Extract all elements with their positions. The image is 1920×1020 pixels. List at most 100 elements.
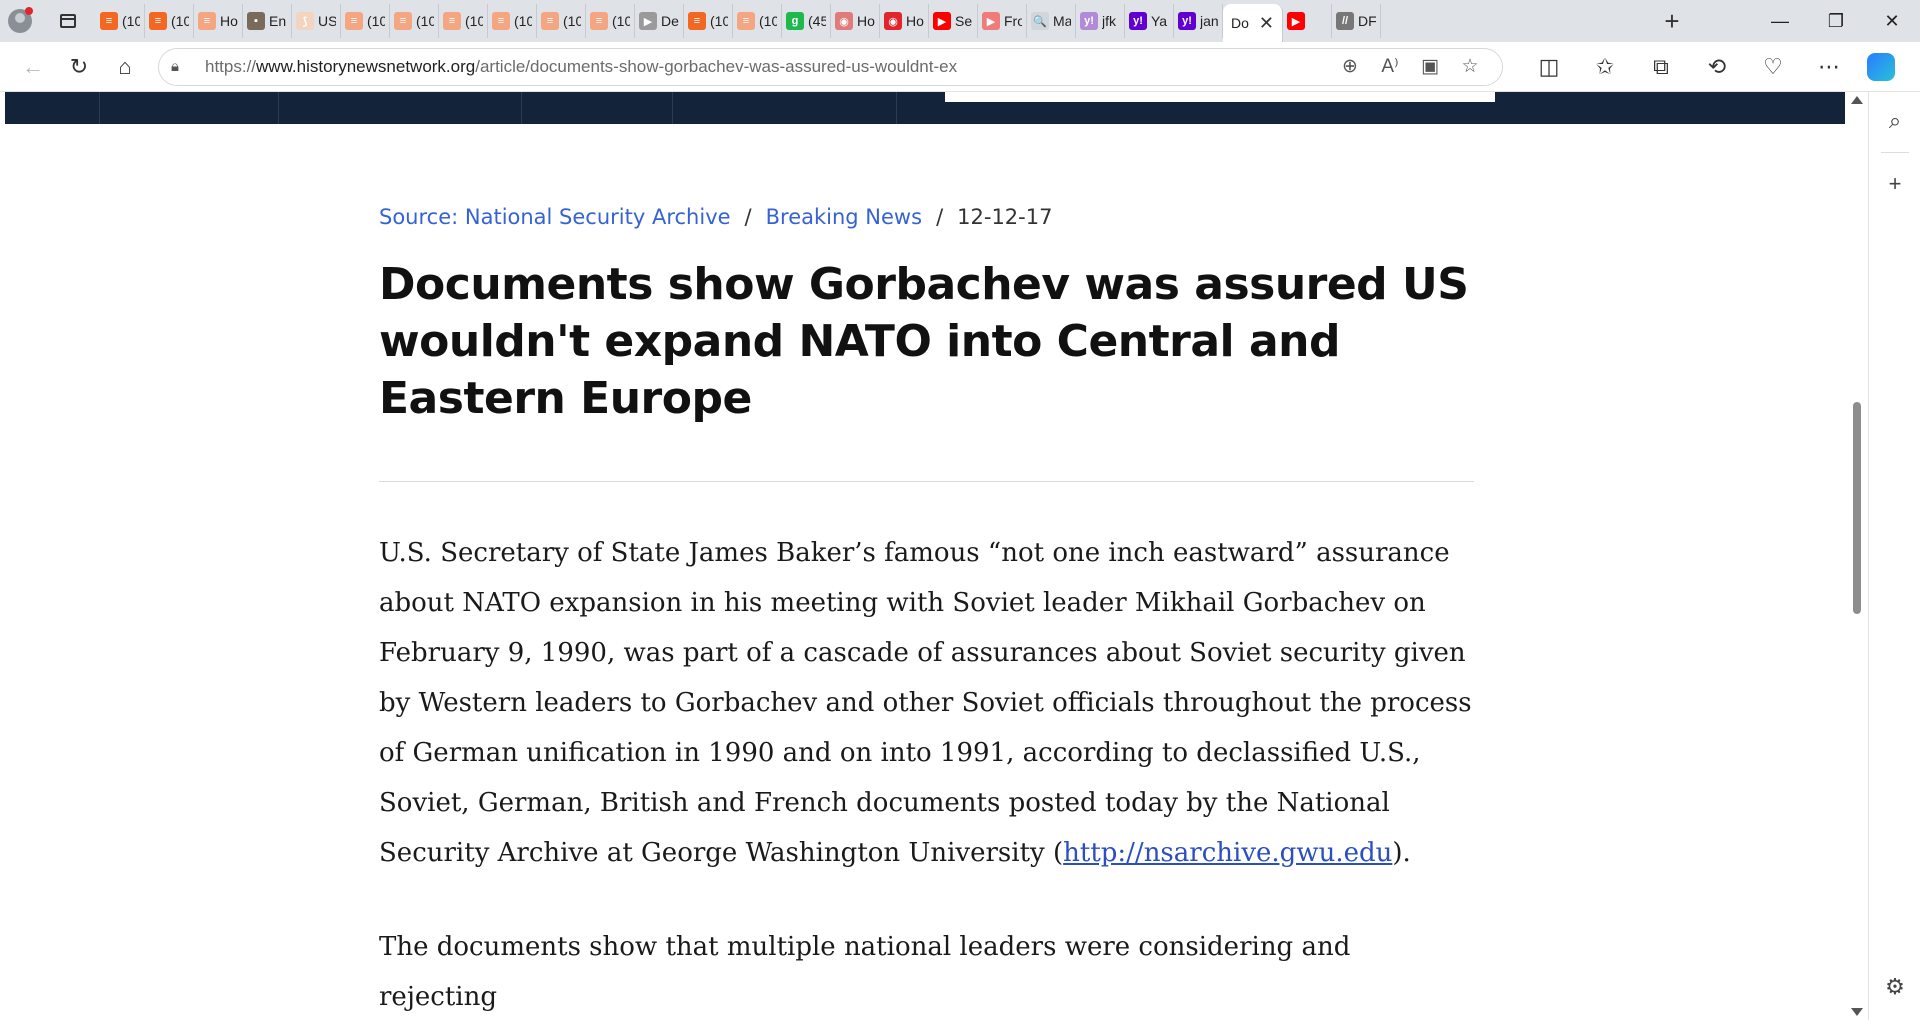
tab-favicon-icon: 🔍 <box>1031 12 1049 30</box>
browser-tab[interactable]: ▪ En <box>243 4 292 38</box>
home-button[interactable]: ⌂ <box>102 47 148 87</box>
collections-button[interactable]: ⧉ <box>1633 47 1689 87</box>
browser-tab[interactable]: ▶ <box>1283 4 1332 38</box>
tab-favicon-icon: y! <box>1129 12 1147 30</box>
url-path: /article/documents-show-gorbachev-was-as… <box>475 56 958 76</box>
browser-tab[interactable]: y! jfk <box>1076 4 1125 38</box>
browser-toolbar: ← ↻ ⌂ 🔒︎ https://www.historynewsnetwork.… <box>0 42 1920 92</box>
browser-tab[interactable]: //DF <box>1332 4 1381 38</box>
sidebar-add-button[interactable]: + <box>1869 161 1920 207</box>
tab-favicon-icon: ◉ <box>835 12 853 30</box>
tab-title: De <box>661 13 679 29</box>
nav-divider <box>521 92 522 124</box>
history-button[interactable]: ⟲ <box>1689 47 1745 87</box>
tab-favicon-icon: ≡ <box>443 12 461 30</box>
tab-favicon-icon: y! <box>1080 12 1098 30</box>
read-aloud-icon[interactable]: A⁾ <box>1370 55 1410 78</box>
zoom-icon[interactable]: ⊕ <box>1330 55 1370 78</box>
page-scrollbar[interactable] <box>1846 92 1868 1020</box>
browser-tab[interactable]: ≡(10 <box>488 4 537 38</box>
breadcrumb-separator: / <box>936 205 944 229</box>
paragraph-1: U.S. Secretary of State James Baker’s fa… <box>379 528 1474 878</box>
browser-tab[interactable]: g(45 <box>782 4 831 38</box>
tab-favicon-icon: ≡ <box>492 12 510 30</box>
refresh-button[interactable]: ↻ <box>56 47 102 87</box>
tab-actions-button[interactable] <box>40 0 96 42</box>
tab-title: Do <box>1231 15 1249 31</box>
page-viewport: Source: National Security Archive / Brea… <box>0 92 1868 1020</box>
tab-title: (10 <box>416 13 434 29</box>
immersive-reader-icon[interactable]: ▣ <box>1410 55 1450 78</box>
restore-button[interactable]: ❐ <box>1808 0 1864 42</box>
tab-title: Ma <box>1053 13 1071 29</box>
scrollbar-thumb[interactable] <box>1853 402 1861 614</box>
tab-title: jan <box>1200 13 1218 29</box>
favorite-star-icon[interactable]: ☆ <box>1450 55 1490 78</box>
more-menu-button[interactable]: ⋯ <box>1801 47 1857 87</box>
new-tab-button[interactable]: + <box>1652 0 1692 42</box>
tab-favicon-icon: ▶ <box>639 12 657 30</box>
article-title: Documents show Gorbachev was assured US … <box>379 259 1469 424</box>
tab-title: (10 <box>367 13 385 29</box>
scroll-up-arrow-icon[interactable] <box>1851 96 1863 104</box>
browser-tab[interactable]: ≡(10 <box>341 4 390 38</box>
split-screen-icon: ◫ <box>1538 53 1560 79</box>
minimize-button[interactable]: — <box>1752 0 1808 42</box>
site-navigation-bar <box>5 92 1845 124</box>
address-bar[interactable]: 🔒︎ https://www.historynewsnetwork.org/ar… <box>158 47 1503 86</box>
tab-title: En <box>269 13 287 29</box>
tab-title: DF <box>1358 13 1376 29</box>
refresh-icon: ↻ <box>69 53 89 79</box>
tab-title: (45 <box>808 13 826 29</box>
browser-tab[interactable]: ≡ Ho <box>194 4 243 38</box>
back-button[interactable]: ← <box>10 47 56 87</box>
nav-divider <box>896 92 897 124</box>
url-scheme: https:// <box>205 56 257 76</box>
paragraph-1-text: U.S. Secretary of State James Baker’s fa… <box>379 538 1472 868</box>
tab-title: (10 <box>171 13 189 29</box>
copilot-button[interactable] <box>1867 52 1895 81</box>
tab-favicon-icon: ≡ <box>100 12 118 30</box>
browser-tab[interactable]: ≡(10 <box>96 4 145 38</box>
browser-tab[interactable]: ≡(10 <box>537 4 586 38</box>
tab-title: Ho <box>220 13 238 29</box>
browser-tab[interactable]: ≡(10 <box>439 4 488 38</box>
tab-title: Fro <box>1004 13 1022 29</box>
browser-tab[interactable]: ▶ Se <box>929 4 978 38</box>
lock-icon[interactable]: 🔒︎ <box>171 58 197 75</box>
browser-tab[interactable]: ▶ De <box>635 4 684 38</box>
performance-button[interactable]: ♡ <box>1745 47 1801 87</box>
browser-tab[interactable]: ▶Fro <box>978 4 1027 38</box>
nav-divider <box>672 92 673 124</box>
browser-tab[interactable]: ≡(10 <box>145 4 194 38</box>
browser-tab[interactable]: ⟆ US <box>292 4 341 38</box>
nsarchive-link[interactable]: http://nsarchive.gwu.edu <box>1063 838 1392 868</box>
favorites-button[interactable]: ✩ <box>1577 47 1633 87</box>
url-text[interactable]: https://www.historynewsnetwork.org/artic… <box>205 57 1330 77</box>
scroll-down-arrow-icon[interactable] <box>1851 1008 1863 1016</box>
tab-title: (10 <box>514 13 532 29</box>
browser-tab[interactable]: ≡(10 <box>684 4 733 38</box>
browser-tab[interactable]: ≡(10 <box>733 4 782 38</box>
source-link[interactable]: Source: National Security Archive <box>379 205 731 229</box>
browser-tab[interactable]: ◉ Ho <box>880 4 929 38</box>
browser-tab[interactable]: y! jan <box>1174 4 1223 38</box>
category-link[interactable]: Breaking News <box>766 205 922 229</box>
window-controls: — ❐ ✕ <box>1752 0 1920 42</box>
sidebar-settings-button[interactable]: ⚙ <box>1869 964 1920 1010</box>
browser-tab[interactable]: ≡(10 <box>586 4 635 38</box>
close-tab-icon[interactable]: ✕ <box>1259 13 1274 34</box>
active-tab[interactable]: Do ✕ <box>1223 4 1283 42</box>
browser-tab[interactable]: ≡(10 <box>390 4 439 38</box>
tab-favicon-icon: ≡ <box>149 12 167 30</box>
site-search-input[interactable] <box>945 92 1495 102</box>
browser-tab[interactable]: 🔍 Ma <box>1027 4 1076 38</box>
browser-tab[interactable]: y! Ya <box>1125 4 1174 38</box>
profile-button[interactable] <box>0 0 40 42</box>
sidebar-search-button[interactable]: ⌕ <box>1869 98 1920 144</box>
browser-tab[interactable]: ◉ Ho <box>831 4 880 38</box>
close-window-button[interactable]: ✕ <box>1864 0 1920 42</box>
tab-title: (10 <box>563 13 581 29</box>
split-screen-button[interactable]: ◫ <box>1521 47 1577 87</box>
tab-favicon-icon: ≡ <box>541 12 559 30</box>
